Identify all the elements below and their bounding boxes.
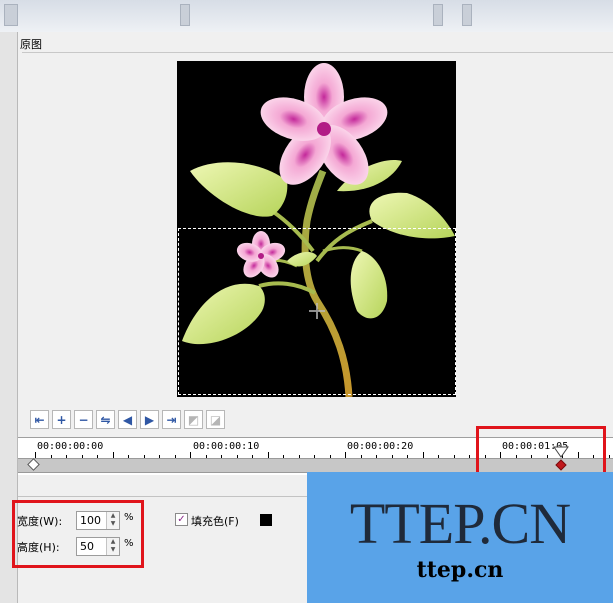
copy-icon: ◩	[187, 412, 200, 427]
height-unit: %	[124, 538, 134, 549]
watermark-subtitle: ttep.cn	[416, 556, 504, 583]
watermark-overlay: TTEP.CN ttep.cn	[307, 472, 613, 603]
playhead-icon[interactable]	[553, 446, 569, 458]
height-spin-arrows[interactable]: ▲ ▼	[106, 538, 119, 555]
next-icon: ▶	[144, 412, 155, 427]
section-title: 原图	[20, 38, 42, 51]
height-stepper[interactable]: 50 ▲ ▼	[76, 537, 120, 556]
keyframe-toolbar: ⇤ + − ⇋ ◀ ▶ ⇥ ◩ ◪	[30, 410, 225, 430]
copy-keyframe-button[interactable]: ◩	[184, 410, 203, 429]
width-unit: %	[124, 512, 134, 523]
height-label: 高度(H):	[17, 541, 60, 554]
keyframe-track[interactable]	[18, 458, 613, 473]
width-label: 宽度(W):	[17, 515, 63, 528]
add-keyframe-button[interactable]: +	[52, 410, 71, 429]
prev-icon: ◀	[122, 412, 133, 427]
time-label: 00:00:00:00	[37, 441, 104, 452]
flower-image	[182, 63, 455, 397]
spin-down-icon[interactable]: ▼	[107, 546, 119, 554]
height-value: 50	[80, 540, 94, 553]
check-icon: ✓	[177, 514, 186, 525]
height-row: 高度(H):	[17, 536, 75, 558]
add-icon: +	[56, 412, 67, 427]
left-frame	[0, 32, 18, 603]
crop-keyframe-dialog: 原图 ⇤ + − ⇋ ◀ ▶ ⇥ ◩ ◪ 00:00:00:00 00:00:0…	[0, 0, 613, 603]
move-cursor-icon	[309, 303, 325, 319]
window-top-strip	[0, 0, 613, 32]
goto-end-icon: ⇥	[166, 412, 177, 427]
original-image-preview[interactable]	[177, 61, 456, 397]
spin-up-icon[interactable]: ▲	[107, 538, 119, 546]
fill-color-label[interactable]: 填充色(F)	[191, 513, 239, 529]
watermark-title: TTEP.CN	[349, 490, 571, 556]
fill-color-checkbox[interactable]: ✓	[175, 513, 188, 526]
width-row: 宽度(W):	[17, 510, 75, 532]
goto-end-button[interactable]: ⇥	[162, 410, 181, 429]
goto-start-icon: ⇤	[34, 412, 45, 427]
remove-icon: −	[78, 412, 89, 427]
window-tab[interactable]	[433, 4, 443, 26]
window-tab[interactable]	[180, 4, 190, 26]
width-stepper[interactable]: 100 ▲ ▼	[76, 511, 120, 530]
remove-keyframe-button[interactable]: −	[74, 410, 93, 429]
width-value: 100	[80, 514, 101, 527]
window-tab[interactable]	[462, 4, 472, 26]
fill-color-swatch[interactable]	[260, 514, 272, 526]
next-keyframe-button[interactable]: ▶	[140, 410, 159, 429]
prev-keyframe-button[interactable]: ◀	[118, 410, 137, 429]
spin-down-icon[interactable]: ▼	[107, 520, 119, 528]
goto-start-button[interactable]: ⇤	[30, 410, 49, 429]
width-spin-arrows[interactable]: ▲ ▼	[106, 512, 119, 529]
time-label: 00:00:00:10	[193, 441, 260, 452]
paste-keyframe-button[interactable]: ◪	[206, 410, 225, 429]
window-tab[interactable]	[4, 4, 18, 26]
paste-icon: ◪	[209, 412, 222, 427]
reverse-icon: ⇋	[100, 412, 111, 427]
spin-up-icon[interactable]: ▲	[107, 512, 119, 520]
reverse-keyframes-button[interactable]: ⇋	[96, 410, 115, 429]
time-label: 00:00:00:20	[347, 441, 414, 452]
